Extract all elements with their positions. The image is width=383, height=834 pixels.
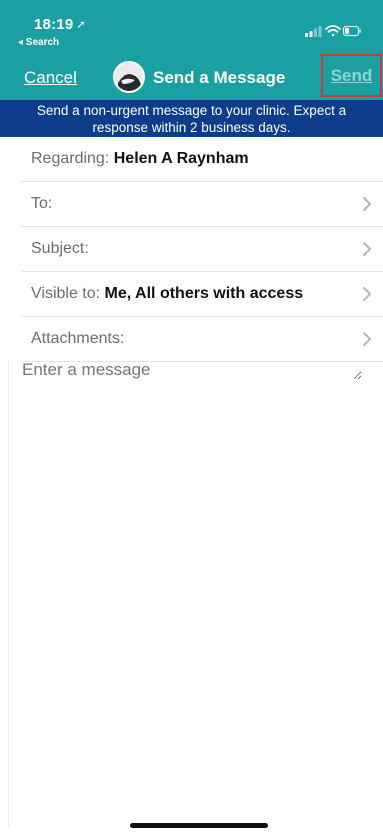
visible-to-field: Visible to: Me, All others with access	[31, 285, 303, 303]
location-arrow-icon: ➚	[76, 19, 86, 31]
home-indicator	[130, 823, 268, 828]
attachments-label: Attachments:	[31, 330, 125, 347]
status-icons	[305, 25, 361, 37]
nav-bar: Cancel Send a Message Send	[0, 54, 383, 100]
regarding-label: Regarding:	[31, 150, 110, 167]
visible-to-value: Me, All others with access	[104, 285, 304, 302]
regarding-field: Regarding: Helen A Raynham	[31, 150, 249, 168]
wifi-icon	[325, 25, 341, 37]
battery-icon	[342, 25, 361, 37]
clock-text: 18:19	[34, 16, 74, 33]
visible-to-label: Visible to:	[31, 285, 101, 302]
message-area-border	[8, 358, 9, 828]
chevron-right-icon	[363, 197, 371, 211]
chevron-right-icon	[363, 332, 371, 346]
back-to-search-link[interactable]: ◂ Search	[18, 37, 59, 48]
subject-row[interactable]: Subject:	[22, 227, 383, 272]
to-label: To:	[31, 195, 53, 212]
to-row[interactable]: To:	[22, 182, 383, 227]
status-time: 18:19 ➚	[34, 16, 86, 33]
avatar	[113, 61, 145, 93]
regarding-row: Regarding: Helen A Raynham	[22, 137, 383, 182]
page-title: Send a Message	[153, 68, 286, 87]
attachments-row[interactable]: Attachments:	[22, 317, 383, 362]
visible-to-row[interactable]: Visible to: Me, All others with access	[22, 272, 383, 317]
avatar-photo-icon	[115, 63, 143, 91]
status-bar: 18:19 ➚ ◂ Search	[0, 0, 383, 56]
signal-icon	[305, 26, 322, 37]
subject-label: Subject:	[31, 240, 89, 257]
notice-banner: Send a non-urgent message to your clinic…	[0, 100, 383, 137]
regarding-value: Helen A Raynham	[113, 150, 249, 167]
message-input[interactable]	[22, 360, 362, 380]
send-button[interactable]: Send	[321, 54, 382, 97]
cancel-button[interactable]: Cancel	[24, 68, 77, 88]
chevron-right-icon	[363, 242, 371, 256]
chevron-right-icon	[363, 287, 371, 301]
